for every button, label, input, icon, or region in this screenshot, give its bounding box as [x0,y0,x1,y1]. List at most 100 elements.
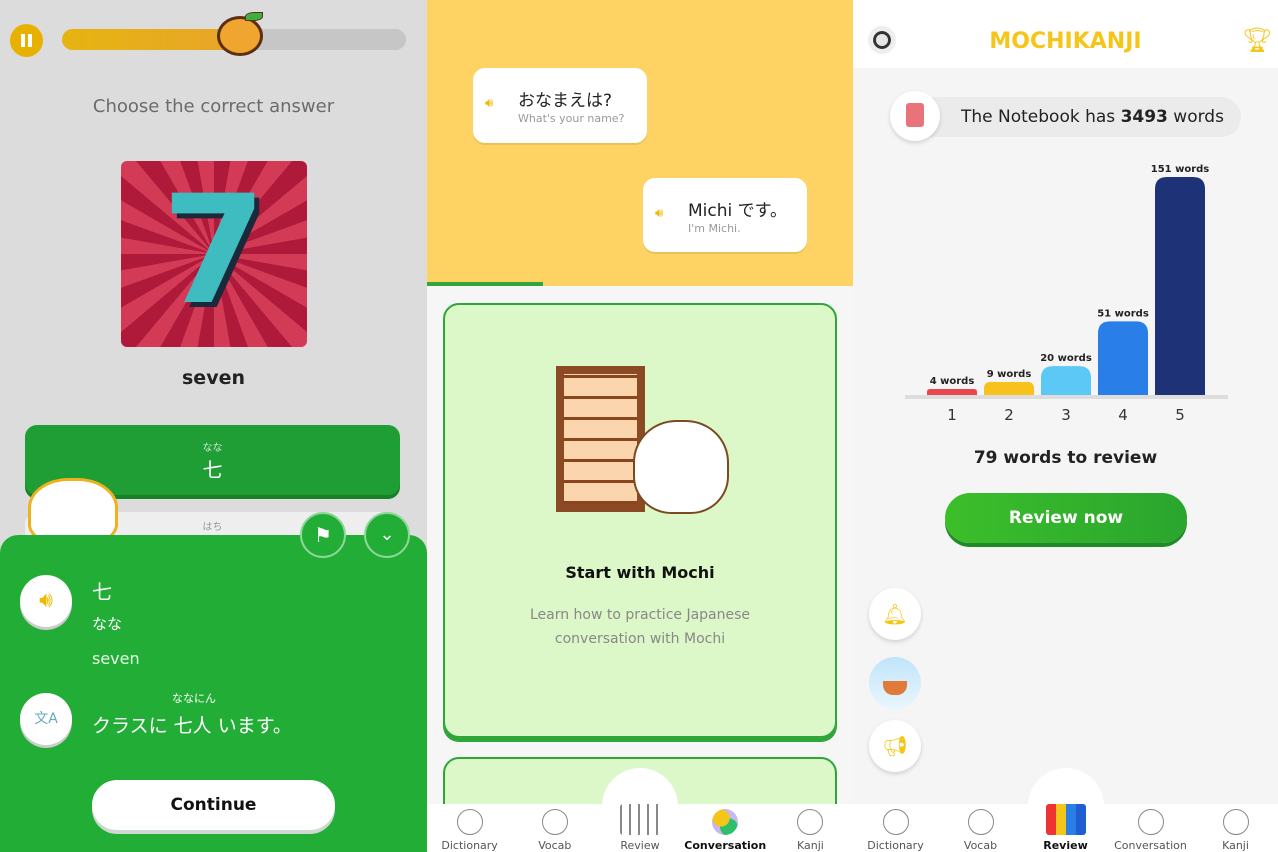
orange-mascot-icon [217,16,263,56]
nav-item-kanji[interactable]: Kanji [1193,804,1278,852]
nav-item-conversation[interactable]: Conversation [683,804,768,852]
bubble-japanese: Michi です。 [688,201,787,221]
result-reading: なな [92,615,123,633]
speaker-icon: 🔊︎ [39,588,53,613]
instruction-text: Choose the correct answer [92,96,335,117]
announcement-button[interactable]: 📢︎ [869,720,921,772]
speaker-button[interactable]: 🔊︎ [20,575,72,627]
nav-label: Dictionary [867,839,924,852]
description-line: Learn how to practice Japanese [529,607,751,623]
magnifier-icon [882,809,909,835]
nav-label: Vocab [538,839,572,852]
review-screen: MOCHIKANJI 🏆︎ The Notebook has 3493 word… [853,0,1278,852]
bar-level-4[interactable] [1098,321,1148,395]
notification-bell-button[interactable]: 🔔︎ [869,588,921,640]
review-now-button[interactable]: Review now [945,493,1187,543]
bar-data-label: 151 words [1151,164,1210,175]
nav-item-review[interactable]: Review [597,804,682,852]
example-part: クラスに [92,715,168,737]
result-kanji: 七 [92,580,112,604]
flag-icon: ⚑ [314,523,332,547]
x-tick-label: 5 [1175,406,1185,424]
start-with-mochi-card[interactable]: Start with Mochi Learn how to practice J… [443,303,837,738]
number-seven-graphic: 7 [161,164,267,338]
x-tick-label: 2 [1004,406,1014,424]
x-tick-label: 3 [1061,406,1071,424]
bar-level-2[interactable] [984,382,1034,395]
leaf-icon [245,12,263,21]
quiz-screen: Choose the correct answer 7 seven なな 七 は… [0,0,427,852]
progress-fill [62,29,241,50]
words-to-review: 79 words to review [973,448,1158,468]
app-logo: MOCHIKANJI [989,29,1142,54]
bar-level-3[interactable] [1041,366,1091,395]
notebook-pill[interactable]: The Notebook has 3493 words [891,97,1241,137]
bar-data-label: 9 words [987,369,1032,380]
nav-item-review[interactable]: Review [1023,804,1108,852]
conversation-screen: 🔊︎ おなまえは? What's your name? 🔊︎ Michi です。… [427,0,853,852]
chart-baseline [905,395,1228,399]
prompt-word: seven [182,367,245,389]
nav-label: Review [620,839,660,852]
nav-label: Kanji [796,839,824,852]
graduation-cap-icon [967,809,994,835]
notebook-count: 3493 [1120,107,1168,127]
app-header: MOCHIKANJI 🏆︎ [853,0,1278,68]
x-tick-label: 4 [1118,406,1128,424]
bar-level-1[interactable] [927,389,977,395]
collapse-button[interactable]: ⌄ [364,512,410,558]
nav-label: Review [1043,839,1088,852]
nav-item-vocab[interactable]: Vocab [938,804,1023,852]
x-tick-label: 1 [947,406,957,424]
translate-icon: 文A [34,711,58,727]
bar-data-label: 20 words [1040,353,1092,364]
bowl-icon [883,681,907,695]
chat-icon [712,809,739,835]
nav-item-dictionary[interactable]: Dictionary [853,804,938,852]
prompt-image: 7 [121,161,307,347]
conversation-progress [427,282,543,286]
chevron-down-icon: ⌄ [379,524,395,545]
pause-button[interactable] [10,24,43,57]
nav-item-conversation[interactable]: Conversation [1108,804,1193,852]
nav-label: Conversation [684,839,767,852]
bar-data-label: 51 words [1097,308,1149,319]
example-furigana: ななにん [172,692,216,705]
card-description: Learn how to practice Japanese conversat… [445,603,835,651]
nav-item-vocab[interactable]: Vocab [512,804,597,852]
graduation-cap-icon [541,809,568,835]
description-line: conversation with Mochi [554,631,726,647]
notebook-pen-icon [797,809,824,835]
chat-icon [1137,809,1164,835]
magnifier-icon [456,809,483,835]
bubble-english: I'm Michi. [688,222,741,235]
chat-bubble[interactable]: 🔊︎ Michi です。 I'm Michi. [643,178,807,252]
example-part: います。 [217,715,292,737]
bar-level-5[interactable] [1155,177,1205,395]
bubble-japanese: おなまえは? [518,91,613,111]
shoji-panel [564,374,637,504]
mascot-bowl-button[interactable] [869,657,921,709]
bar-chart-icon [620,804,660,835]
nav-item-dictionary[interactable]: Dictionary [427,804,512,852]
speaker-icon: 🔊︎ [485,96,494,111]
translate-button[interactable]: 文A [20,693,72,745]
example-kanji: 七人 [173,715,212,737]
example-sentence: クラスに 七人 います。 [92,711,292,738]
shoji-door-illustration [556,366,645,512]
trophy-icon[interactable]: 🏆︎ [1242,26,1272,54]
report-flag-button[interactable]: ⚑ [300,512,346,558]
nav-label: Dictionary [441,839,498,852]
result-meaning: seven [92,649,140,668]
mochi-mascot-icon [633,420,729,514]
level-chart: 4 words 1 9 words 2 20 words 3 51 words 4 151 wo… [905,164,1228,424]
notebook-prefix: The Notebook has [961,107,1116,127]
nav-label: Conversation [1114,839,1187,852]
nav-item-kanji[interactable]: Kanji [768,804,853,852]
chat-bubble[interactable]: 🔊︎ おなまえは? What's your name? [473,68,647,143]
continue-button[interactable]: Continue [92,780,335,830]
speaker-icon: 🔊︎ [655,206,664,221]
notebook-cover [906,103,924,127]
bar-chart-icon [1045,804,1086,835]
notebook-icon [890,91,940,141]
